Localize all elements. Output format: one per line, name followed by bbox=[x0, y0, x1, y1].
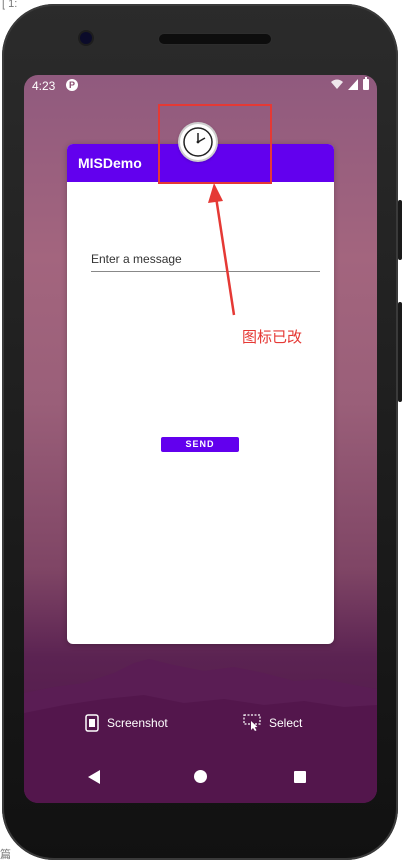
back-icon[interactable] bbox=[88, 770, 100, 784]
power-button bbox=[398, 200, 402, 260]
battery-icon bbox=[363, 77, 369, 90]
wifi-icon bbox=[331, 79, 343, 89]
message-input-placeholder: Enter a message bbox=[91, 252, 182, 266]
earpiece-speaker bbox=[159, 34, 271, 44]
send-button[interactable]: SEND bbox=[161, 437, 239, 452]
phone-device-frame: 4:23 P MISDemo Enter a message SEND 图标已改… bbox=[2, 4, 402, 860]
status-bar: 4:23 P bbox=[24, 75, 377, 97]
screenshot-label: Screenshot bbox=[107, 716, 168, 730]
screenshot-action[interactable]: Screenshot bbox=[85, 714, 168, 732]
home-icon[interactable] bbox=[194, 770, 207, 783]
background-page-fragment-top: [ 1: bbox=[2, 0, 18, 10]
select-label: Select bbox=[269, 716, 303, 730]
screenshot-icon bbox=[85, 714, 99, 732]
navigation-bar bbox=[24, 762, 377, 792]
recents-icon[interactable] bbox=[294, 771, 306, 783]
front-camera bbox=[80, 32, 92, 44]
highlight-box bbox=[158, 104, 272, 184]
recents-actions: Screenshot Select bbox=[24, 714, 377, 740]
select-icon bbox=[243, 714, 261, 731]
notification-app-icon: P bbox=[66, 79, 78, 91]
app-title: MISDemo bbox=[78, 155, 142, 171]
signal-icon bbox=[348, 79, 358, 90]
app-window-card[interactable]: MISDemo Enter a message SEND bbox=[67, 144, 334, 644]
device-screen: 4:23 P MISDemo Enter a message SEND 图标已改… bbox=[24, 75, 377, 803]
status-time: 4:23 bbox=[32, 79, 56, 93]
message-input[interactable]: Enter a message bbox=[91, 248, 320, 272]
status-icons bbox=[331, 77, 369, 90]
select-action[interactable]: Select bbox=[243, 714, 302, 732]
annotation-label: 图标已改 bbox=[242, 329, 303, 346]
background-page-fragment-bottom: 篇 bbox=[0, 849, 11, 861]
volume-button bbox=[398, 302, 402, 402]
